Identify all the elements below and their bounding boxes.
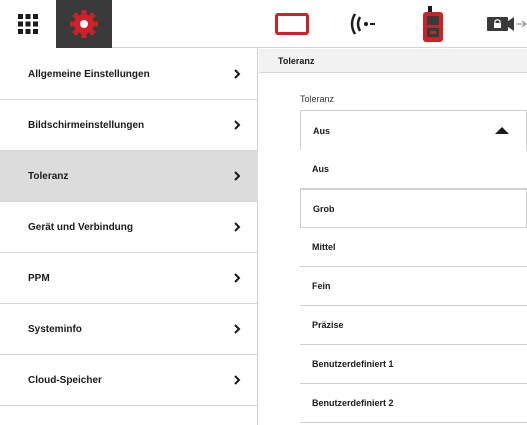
- tolerance-select[interactable]: Aus: [300, 110, 527, 150]
- settings-button[interactable]: [56, 0, 112, 48]
- option-label: Aus: [312, 164, 330, 174]
- menu-item-ppm[interactable]: PPM: [0, 253, 258, 304]
- chevron-right-icon: [234, 375, 241, 385]
- chevron-right-icon: [234, 69, 241, 79]
- lock-camera-icon: [487, 17, 527, 31]
- menu-item-label: Allgemeine Einstellungen: [28, 68, 150, 80]
- option-label: Grob: [313, 203, 335, 214]
- chevron-right-icon: [234, 171, 241, 181]
- tolerance-panel: Toleranz Toleranz Aus Aus Grob Mittel Fe…: [259, 49, 527, 425]
- option-label: Präzise: [312, 320, 344, 330]
- apps-button[interactable]: [0, 0, 56, 48]
- panel-title: Toleranz: [259, 49, 527, 73]
- screen-icon: [275, 13, 309, 35]
- signal-icon: [350, 13, 375, 35]
- screen-button[interactable]: [272, 0, 312, 48]
- option-label: Benutzerdefiniert 2: [312, 398, 394, 408]
- option-label: Mittel: [312, 242, 336, 252]
- menu-item-label: Gerät und Verbindung: [28, 221, 134, 233]
- chevron-right-icon: [234, 324, 241, 334]
- menu-item-label: Toleranz: [28, 170, 69, 182]
- chevron-right-icon: [234, 273, 241, 283]
- option-aus[interactable]: Aus: [300, 150, 527, 189]
- caret-up-icon: [495, 127, 509, 134]
- menu-item-label: Cloud-Speicher: [28, 374, 102, 386]
- option-label: Benutzerdefiniert 1: [312, 359, 394, 369]
- tolerance-field-label: Toleranz: [300, 94, 335, 104]
- chevron-right-icon: [234, 120, 241, 130]
- device-button[interactable]: [415, 0, 451, 48]
- option-praezise[interactable]: Präzise: [300, 306, 527, 345]
- gear-icon: [70, 10, 98, 38]
- grid-menu-icon: [18, 14, 38, 34]
- menu-item-geraet-und-verbindung[interactable]: Gerät und Verbindung: [0, 202, 258, 253]
- menu-item-bildschirmeinstellungen[interactable]: Bildschirmeinstellungen: [0, 100, 258, 151]
- option-benutzerdefiniert-2[interactable]: Benutzerdefiniert 2: [300, 384, 527, 423]
- device-icon: [423, 6, 443, 42]
- tolerance-selected-value: Aus: [313, 125, 331, 136]
- signal-button[interactable]: [343, 0, 379, 48]
- top-toolbar: [0, 0, 527, 48]
- settings-menu: Allgemeine Einstellungen Bildschirmeinst…: [0, 49, 258, 425]
- menu-item-label: PPM: [28, 272, 50, 284]
- option-label: Fein: [312, 281, 331, 291]
- menu-item-label: Bildschirmeinstellungen: [28, 119, 145, 131]
- menu-item-allgemeine-einstellungen[interactable]: Allgemeine Einstellungen: [0, 49, 258, 100]
- option-benutzerdefiniert-1[interactable]: Benutzerdefiniert 1: [300, 345, 527, 384]
- chevron-right-icon: [234, 222, 241, 232]
- menu-item-systeminfo[interactable]: Systeminfo: [0, 304, 258, 355]
- lock-camera-button[interactable]: [484, 0, 527, 48]
- option-grob[interactable]: Grob: [300, 189, 527, 228]
- menu-item-label: Systeminfo: [28, 323, 82, 335]
- option-mittel[interactable]: Mittel: [300, 228, 527, 267]
- menu-item-toleranz[interactable]: Toleranz: [0, 151, 258, 202]
- menu-item-cloud-speicher[interactable]: Cloud-Speicher: [0, 355, 258, 406]
- tolerance-options-list: Aus Grob Mittel Fein Präzise Benutzerdef…: [300, 150, 527, 423]
- option-fein[interactable]: Fein: [300, 267, 527, 306]
